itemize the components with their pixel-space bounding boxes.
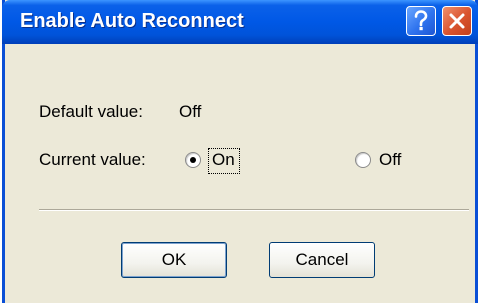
default-value-label: Default value: xyxy=(39,102,143,121)
separator-line xyxy=(39,209,469,211)
cancel-button[interactable]: Cancel xyxy=(269,242,375,278)
ok-button[interactable]: OK xyxy=(121,242,227,278)
dialog-title: Enable Auto Reconnect xyxy=(20,10,244,32)
current-value-label: Current value: xyxy=(39,150,146,169)
radio-off-label[interactable]: Off xyxy=(379,150,401,170)
help-button[interactable] xyxy=(406,6,436,36)
radio-on-label[interactable]: On xyxy=(212,150,235,170)
help-icon xyxy=(414,10,428,31)
radio-selected-dot xyxy=(190,157,196,163)
close-icon xyxy=(449,13,465,29)
title-bar[interactable]: Enable Auto Reconnect xyxy=(2,0,478,44)
close-button[interactable] xyxy=(442,6,472,36)
radio-off[interactable] xyxy=(355,152,371,168)
dialog-window: Enable Auto Reconnect Default value: Off… xyxy=(2,0,478,303)
default-value: Off xyxy=(179,102,202,121)
radio-on[interactable] xyxy=(185,152,201,168)
